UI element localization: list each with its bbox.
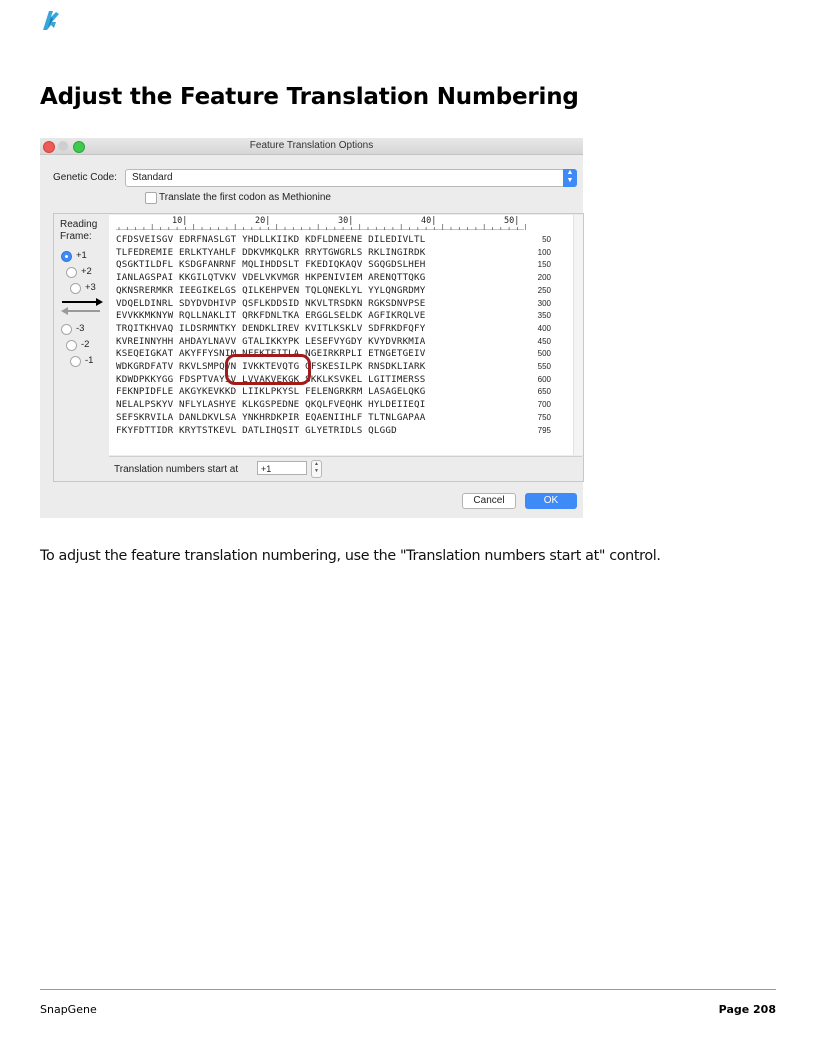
methionine-checkbox[interactable] xyxy=(145,192,157,204)
sequence-row-number: 450 xyxy=(537,336,551,346)
sequence-view: 10| 20| 30| 40| 50| CFDSVEISGV EDRFNASLG… xyxy=(109,215,573,455)
footer-page-number: Page 208 xyxy=(718,1003,776,1016)
reading-frame-label: Reading Frame: xyxy=(60,219,110,243)
sequence-row: NELALPSKYV NFLYLASHYE KLKGSPEDNE QKQLFVE… xyxy=(116,399,426,411)
frame-label-minus2: -2 xyxy=(81,339,90,350)
sequence-row-number: 50 xyxy=(542,235,551,244)
frame-label-plus3: +3 xyxy=(85,282,96,293)
frame-radio-plus1[interactable] xyxy=(61,251,72,262)
ruler-ticks xyxy=(116,224,526,230)
sequence-row-number: 300 xyxy=(537,298,551,308)
sequence-row-number: 650 xyxy=(537,387,551,397)
sequence-row: QSGKTILDFL KSDGFANRNF MQLIHDDSLT FKEDIQK… xyxy=(116,259,426,271)
start-at-input[interactable]: +1 xyxy=(257,461,307,475)
reading-frame-label-line1: Reading xyxy=(60,219,98,230)
sequence-row: TLFEDREMIE ERLKTYAHLF DDKVMKQLKR RRYTGWG… xyxy=(116,246,426,258)
sequence-row-number: 700 xyxy=(537,400,551,410)
frame-label-plus1: +1 xyxy=(76,250,87,261)
dialog-titlebar: Feature Translation Options xyxy=(40,138,583,155)
frame-radio-minus3[interactable] xyxy=(61,324,72,335)
sequence-row: CFDSVEISGV EDRFNASLGT YHDLLKIIKD KDFLDNE… xyxy=(116,234,426,245)
sequence-row-number: 100 xyxy=(537,247,551,257)
sequence-row-number: 250 xyxy=(537,285,551,295)
start-at-stepper[interactable]: ▲ ▼ xyxy=(311,460,322,478)
reading-frame-label-line2: Frame: xyxy=(60,231,92,242)
sequence-row-number: 200 xyxy=(537,273,551,283)
chevron-up-down-icon: ▲ ▼ xyxy=(563,169,577,187)
sequence-row: FKYFDTTIDR KRYTSTKEVL DATLIHQSIT GLYETRI… xyxy=(116,424,397,436)
ok-button[interactable]: OK xyxy=(525,493,577,509)
start-at-label: Translation numbers start at xyxy=(114,464,239,475)
frame-label-minus1: -1 xyxy=(85,355,94,366)
sequence-row: FEKNPIDFLE AKGYKEVKKD LIIKLPKYSL FELENGR… xyxy=(116,386,426,398)
sequence-row: TRQITKHVAQ ILDSRMNTKY DENDKLIREV KVITLKS… xyxy=(116,322,426,334)
sequence-row: KVREINNYHH AHDAYLNAVV GTALIKKYPK LESEFVY… xyxy=(116,335,426,347)
highlight-circle xyxy=(225,354,311,385)
sequence-row: QKNSRERMKR IEEGIKELGS QILKEHPVEN TQLQNEK… xyxy=(116,284,426,296)
methionine-checkbox-label: Translate the first codon as Methionine xyxy=(159,192,331,203)
genetic-code-select[interactable]: Standard ▲ ▼ xyxy=(125,169,577,187)
footer-divider xyxy=(40,989,776,990)
frame-radio-plus3[interactable] xyxy=(70,283,81,294)
strand-arrows-icon xyxy=(61,298,103,315)
frame-label-minus3: -3 xyxy=(76,323,85,334)
genetic-code-value: Standard xyxy=(132,172,173,183)
genetic-code-label: Genetic Code: xyxy=(53,172,117,183)
sequence-row-number: 550 xyxy=(537,362,551,371)
cancel-button[interactable]: Cancel xyxy=(462,493,516,509)
body-paragraph: To adjust the feature translation number… xyxy=(40,548,661,564)
frame-label-plus2: +2 xyxy=(81,266,92,277)
sequence-row-number: 500 xyxy=(537,349,551,359)
sequence-row-number: 795 xyxy=(537,425,551,435)
feature-translation-dialog: Feature Translation Options Genetic Code… xyxy=(40,138,584,518)
frame-radio-minus2[interactable] xyxy=(66,340,77,351)
page-title: Adjust the Feature Translation Numbering xyxy=(40,84,579,110)
sequence-row: VDQELDINRL SDYDVDHIVP QSFLKDDSID NKVLTRS… xyxy=(116,297,426,309)
sequence-row-number: 600 xyxy=(537,374,551,384)
sequence-row: EVVKKMKNYW RQLLNAKLIT QRKFDNLTKA ERGGLSE… xyxy=(116,310,426,322)
frame-radio-minus1[interactable] xyxy=(70,356,81,367)
translation-panel: Reading Frame: +1 +2 +3 -3 -2 -1 10| 20|… xyxy=(53,213,584,482)
footer-brand: SnapGene xyxy=(40,1003,97,1016)
snapgene-logo-icon xyxy=(43,11,59,30)
sequence-row: SEFSKRVILA DANLDKVLSA YNKHRDKPIR EQAENII… xyxy=(116,411,426,423)
sequence-row-number: 750 xyxy=(537,412,551,422)
sequence-row-number: 400 xyxy=(537,323,551,333)
dialog-title: Feature Translation Options xyxy=(249,140,374,151)
sequence-row-number: 350 xyxy=(537,311,551,321)
sequence-scrollbar[interactable] xyxy=(573,215,583,455)
frame-radio-plus2[interactable] xyxy=(66,267,77,278)
start-at-bar: Translation numbers start at +1 ▲ ▼ xyxy=(109,456,582,481)
sequence-row: IANLAGSPAI KKGILQTVKV VDELVKVMGR HKPENIV… xyxy=(116,272,426,284)
sequence-row-number: 150 xyxy=(537,260,551,270)
